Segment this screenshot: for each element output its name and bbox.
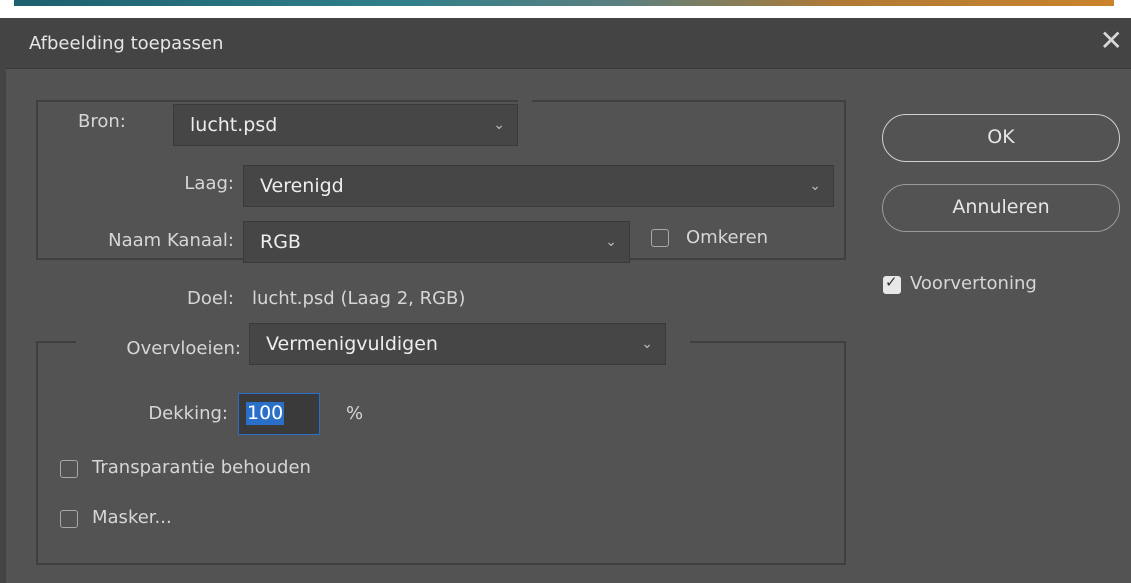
legend-gap xyxy=(666,341,690,345)
chevron-down-icon xyxy=(493,105,505,145)
omkeren-label: Omkeren xyxy=(686,227,769,248)
apply-image-dialog: Afbeelding toepassen ✕ Bron: lucht.psd L… xyxy=(0,18,1131,583)
cancel-button[interactable]: Annuleren xyxy=(882,184,1120,232)
overvloeien-label: Overvloeien: xyxy=(76,338,249,359)
masker-checkbox[interactable] xyxy=(60,510,78,528)
ok-label: OK xyxy=(987,126,1015,148)
masker-label: Masker... xyxy=(92,507,172,528)
voorvertoning-checkbox[interactable] xyxy=(883,273,901,294)
doel-value: lucht.psd (Laag 2, RGB) xyxy=(252,288,466,309)
bron-label: Bron: xyxy=(66,111,134,132)
kanaal-select[interactable]: RGB xyxy=(243,221,630,263)
bron-value: lucht.psd xyxy=(190,114,278,136)
dekking-label: Dekking: xyxy=(148,403,228,424)
close-icon[interactable]: ✕ xyxy=(1100,26,1123,56)
laag-value: Verenigd xyxy=(260,175,344,197)
background-color-band xyxy=(14,0,1114,6)
chevron-down-icon xyxy=(605,222,617,262)
kanaal-value: RGB xyxy=(260,231,301,253)
cancel-label: Annuleren xyxy=(952,196,1050,218)
transparantie-label: Transparantie behouden xyxy=(92,457,311,478)
voorvertoning-label: Voorvertoning xyxy=(910,273,1037,294)
overvloeien-value: Vermenigvuldigen xyxy=(266,333,438,355)
blending-group xyxy=(36,341,846,565)
chevron-down-icon xyxy=(641,324,653,364)
laag-label: Laag: xyxy=(184,173,234,194)
laag-select[interactable]: Verenigd xyxy=(243,165,834,207)
doel-label: Doel: xyxy=(186,288,234,309)
chevron-down-icon xyxy=(809,166,821,206)
overvloeien-select[interactable]: Vermenigvuldigen xyxy=(249,323,666,365)
transparantie-checkbox[interactable] xyxy=(60,460,78,478)
dekking-value: 100 xyxy=(246,402,285,425)
omkeren-checkbox[interactable] xyxy=(651,229,669,247)
background-image-strip xyxy=(0,0,1131,18)
legend-gap xyxy=(518,100,532,104)
bron-select[interactable]: lucht.psd xyxy=(173,104,518,146)
kanaal-label: Naam Kanaal: xyxy=(108,230,234,251)
dialog-title: Afbeelding toepassen xyxy=(29,33,224,54)
ok-button[interactable]: OK xyxy=(882,114,1120,162)
dekking-input[interactable]: 100 xyxy=(238,393,320,435)
title-bar: Afbeelding toepassen ✕ xyxy=(6,18,1131,69)
dekking-unit: % xyxy=(346,403,364,424)
